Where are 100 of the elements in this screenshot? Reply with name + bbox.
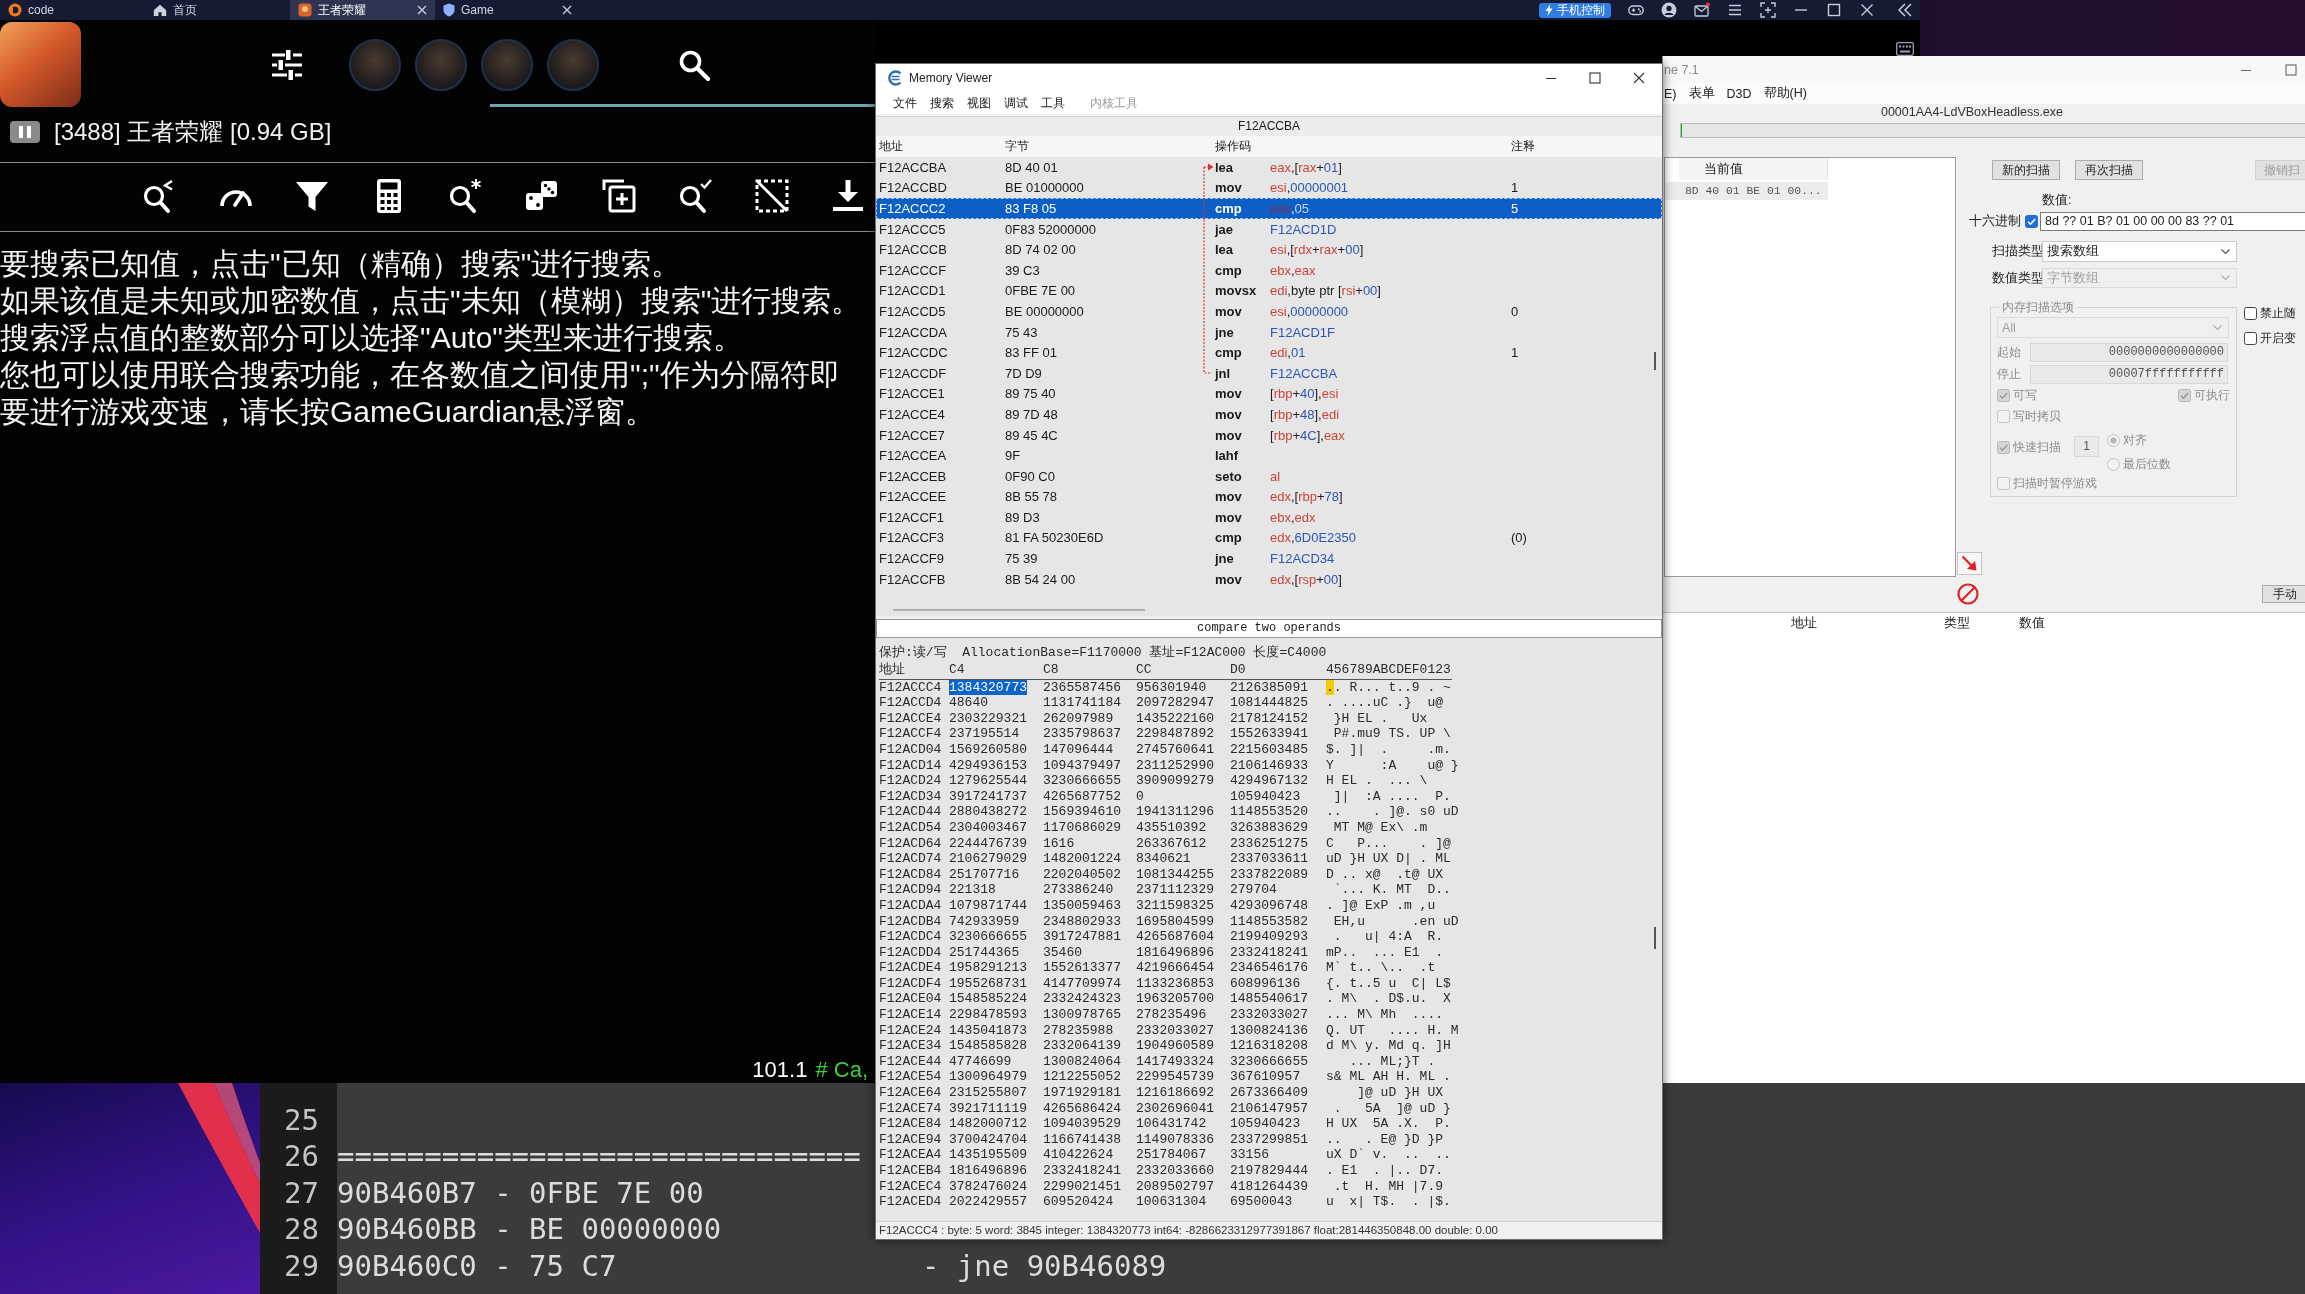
copy-plus-icon[interactable] — [600, 178, 637, 214]
disassembly-row[interactable]: F12ACCD5 BE 00000000 mov esi,00000000 0 — [876, 301, 1662, 322]
disassembly-row[interactable]: F12ACCCF 39 C3 cmp ebx,eax — [876, 259, 1662, 281]
disassembly-row[interactable]: F12ACCC5 0F83 52000000 jae F12ACD1D — [876, 218, 1662, 240]
keyboard-icon[interactable] — [1896, 42, 1914, 56]
operand-text: [rbp+48],edi — [1270, 406, 1341, 422]
disassembly-row[interactable]: F12ACCBA 8D 40 01 lea eax,[rax+01] — [876, 157, 1662, 178]
scan-button[interactable]: 再次扫描 — [2075, 160, 2143, 180]
address-text: F12ACE14 — [879, 1007, 942, 1023]
hex-value: 69500043 — [1230, 1194, 1293, 1210]
hex-value: 1300824064 — [1043, 1053, 1121, 1070]
hex-value: 1482001224 — [1043, 851, 1121, 867]
hex-value: 608996136 — [1230, 975, 1301, 992]
prohibition-icon[interactable] — [1957, 582, 1979, 605]
hex-value: 1279625544 — [949, 773, 1027, 789]
column-header: 字节 — [1005, 138, 1030, 155]
app-icon — [298, 3, 312, 17]
disassembly-row[interactable]: F12ACCF3 81 FA 50230E6D cmp edx,6D0E2350 (0) — [876, 527, 1662, 549]
disassembly-row[interactable]: F12ACCC2 83 F8 05 cmp eax,05 5 — [876, 198, 1662, 219]
comment-text: 0 — [1511, 303, 1520, 319]
ascii-text: P#.mu9 TS. UP \ — [1332, 726, 1451, 742]
hex-value: 251784067 — [1136, 1147, 1207, 1163]
checkbox[interactable] — [2025, 215, 2038, 228]
tab[interactable]: code — [0, 0, 145, 20]
disassembly-row[interactable]: F12ACCBD BE 01000000 mov esi,00000001 1 — [876, 177, 1662, 199]
frame-icon[interactable] — [1760, 2, 1776, 18]
sliders-icon[interactable] — [271, 48, 303, 81]
operand-text: [rbp+4C],eax — [1270, 427, 1346, 443]
search-check-icon[interactable] — [677, 178, 714, 214]
hex-value: 1955268731 — [949, 975, 1027, 992]
menu-item[interactable]: D3D — [1726, 86, 1752, 101]
menu-item[interactable]: 视图 — [967, 94, 991, 112]
disassembly-row[interactable]: F12ACCEA 9F lahf — [876, 445, 1662, 466]
user-icon[interactable] — [1661, 2, 1677, 18]
address-text: F12ACCC4 — [879, 679, 942, 696]
column-header: 地址 — [1791, 615, 1818, 632]
region-info: 保护:读/写 AllocationBase=F1170000 基址=F12AC000 长度=C4000 — [879, 643, 1328, 661]
mail-icon[interactable] — [1694, 2, 1710, 18]
address-text: F12ACE54 — [879, 1069, 942, 1086]
menu-item[interactable]: 工具 — [1041, 94, 1065, 112]
scrollbar-thumb[interactable] — [1654, 352, 1656, 370]
menu-item[interactable]: 搜索 — [930, 94, 954, 112]
column-header: 地址 — [879, 138, 904, 155]
arrow-button[interactable] — [1957, 552, 1982, 575]
menu-icon[interactable] — [1727, 2, 1743, 18]
disassembly-row[interactable]: F12ACCF1 89 D3 mov ebx,edx — [876, 507, 1662, 528]
hex-value: 1435041873 — [949, 1022, 1027, 1039]
checkbox[interactable] — [2244, 307, 2257, 320]
search-icon[interactable] — [678, 48, 710, 81]
hex-value: 4219666454 — [1136, 960, 1214, 976]
column-header: CC — [1136, 660, 1152, 679]
tab[interactable]: 首页 — [145, 0, 290, 20]
search-asterisk-icon[interactable] — [447, 178, 484, 214]
add-address-button[interactable]: 手动 — [2262, 584, 2305, 603]
hex-value: 2348802933 — [1043, 913, 1121, 930]
menu-item[interactable]: 文件 — [893, 94, 917, 112]
crossed-selection-icon[interactable] — [753, 178, 790, 214]
bytes-text: 89 D3 — [1005, 509, 1041, 525]
tab[interactable]: 王者荣耀 — [290, 0, 435, 20]
disassembly-row[interactable]: F12ACCFB 8B 54 24 00 mov edx,[rsp+00] — [876, 568, 1662, 590]
hex-value: 1552613377 — [1043, 960, 1121, 976]
shield-icon — [443, 3, 455, 17]
menu-item[interactable]: 帮助(H) — [1763, 85, 1807, 102]
phone-control-button[interactable]: 手机控制 — [1539, 2, 1611, 18]
address-text: F12ACE44 — [879, 1053, 942, 1070]
pause-icon[interactable] — [10, 120, 40, 143]
address-text: F12ACDC4 — [879, 929, 942, 945]
menu-item[interactable]: E) — [1664, 86, 1677, 101]
group-title: 内存扫描选项 — [2001, 300, 2075, 314]
disassembly-row[interactable]: F12ACCE1 89 75 40 mov [rbp+40],esi — [876, 383, 1662, 405]
disassembly-row[interactable]: F12ACCD1 0FBE 7E 00 movsx edi,byte ptr [rsi+00] — [876, 280, 1662, 302]
ascii-text: $. ]| . .m. — [1326, 741, 1451, 758]
address-text: F12ACD84 — [879, 866, 942, 883]
address-text: F12ACDF4 — [879, 975, 942, 992]
double-chevron-left-icon[interactable] — [1897, 2, 1913, 18]
comment-text: 1 — [1511, 180, 1520, 196]
close-icon[interactable] — [1633, 72, 1645, 84]
ascii-text: uD }H UX D| . ML — [1326, 851, 1451, 867]
value-input[interactable]: 8d ?? 01 B? 01 00 00 00 83 ?? 01 — [2040, 212, 2305, 231]
menu-item[interactable]: 表单 — [1688, 85, 1715, 102]
tab[interactable]: Game — [435, 0, 580, 20]
disassembly-row[interactable]: F12ACCEB 0F90 C0 seto al — [876, 465, 1662, 487]
dropdown[interactable]: 搜索数组 — [2042, 241, 2237, 262]
scrollbar-thumb[interactable] — [893, 609, 1145, 612]
maximize-icon[interactable] — [1589, 72, 1601, 84]
disassembly-row[interactable]: F12ACCDA 75 43 jne F12ACD1F — [876, 321, 1662, 343]
disassembly-row[interactable]: F12ACCDC 83 FF 01 cmp edi,01 1 — [876, 342, 1662, 363]
scan-button[interactable]: 新的扫描 — [1992, 160, 2060, 180]
disassembly-row[interactable]: F12ACCE4 89 7D 48 mov [rbp+48],edi — [876, 404, 1662, 425]
menu-item[interactable]: 调试 — [1004, 94, 1028, 112]
hex-value: 410422624 — [1043, 1147, 1114, 1163]
disassembly-row[interactable]: F12ACCDF 7D D9 jnl F12ACCBA — [876, 362, 1662, 384]
disassembly-row[interactable]: F12ACCCB 8D 74 02 00 lea esi,[rdx+rax+00] — [876, 239, 1662, 260]
disassembly-row[interactable]: F12ACCF9 75 39 jne F12ACD34 — [876, 548, 1662, 569]
disassembly-row[interactable]: F12ACCEE 8B 55 78 mov edx,[rbp+78] — [876, 486, 1662, 508]
address-text: F12ACE64 — [879, 1085, 942, 1101]
scrollbar-thumb[interactable] — [1654, 926, 1656, 949]
gamepad-icon[interactable] — [1628, 2, 1644, 18]
disassembly-row[interactable]: F12ACCE7 89 45 4C mov [rbp+4C],eax — [876, 424, 1662, 446]
checkbox[interactable] — [2244, 332, 2257, 345]
